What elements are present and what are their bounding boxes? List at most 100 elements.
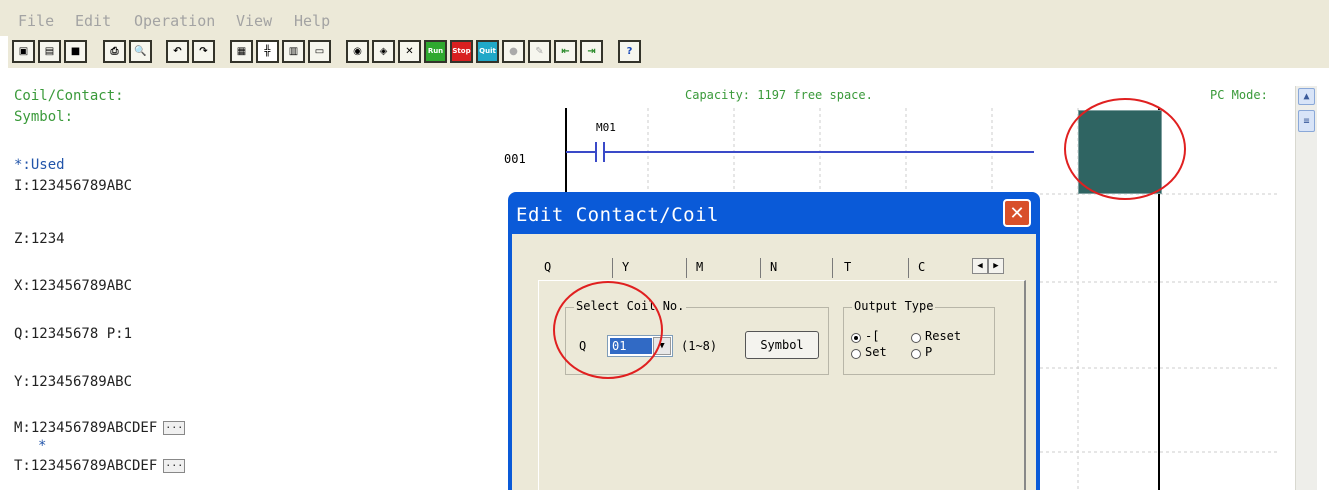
dialog-body: Q Y M N T C ◀ ▶ Select Coil No. Q 01 ▼ (… [512,234,1036,490]
monitor-icon: ◈ [379,45,388,57]
tools-button[interactable]: ✕ [398,40,421,63]
floppy-disk-icon: ■ [70,45,81,57]
dialog-title: Edit Contact/Coil [516,204,719,226]
timer-t-more-button[interactable]: ... [163,459,186,473]
device-info-pane: Coil/Contact: Symbol: *:Used I:123456789… [0,86,500,490]
undo-button[interactable]: ↶ [166,40,189,63]
menu-bar: File Edit Operation View Help [0,0,1329,36]
tab-y[interactable]: Y [616,256,629,280]
stop-icon: Stop [452,47,471,55]
used-legend: *:Used [14,157,65,173]
stop-button[interactable]: Stop [450,40,473,63]
ladder-edit-button[interactable]: ╬ [256,40,279,63]
menu-edit[interactable]: Edit [75,12,111,30]
coil-contact-label: Coil/Contact: [14,88,124,104]
connect-icon: ◉ [353,45,362,57]
new-file-button[interactable]: ▣ [12,40,35,63]
menu-view[interactable]: View [236,12,272,30]
scroll-thumb[interactable]: ≡ [1298,110,1315,132]
tab-m[interactable]: M [690,256,703,280]
read-plc-icon: ⇤ [561,45,570,57]
open-folder-icon: ▤ [44,45,55,57]
tab-separator [686,258,687,278]
output-y-list: Y:123456789ABC [14,374,133,390]
simulate-icon: ● [509,45,518,57]
tab-separator [612,258,613,278]
tab-separator [908,258,909,278]
new-file-icon: ▣ [18,45,29,57]
write-plc-icon: ⇥ [587,45,596,57]
output-q-list: Q:12345678 P:1 [14,326,133,342]
function-block-icon: ▥ [288,45,299,57]
edit-contact-coil-dialog: Edit Contact/Coil ✕ Q Y M N T C ◀ ▶ Sele… [508,192,1040,490]
quit-button[interactable]: Quit [476,40,499,63]
output-reset-label: Reset [925,329,962,343]
tab-t[interactable]: T [838,256,851,280]
output-reset-radio[interactable] [911,333,921,343]
undo-arrow-icon: ↶ [173,45,182,57]
tools-icon: ✕ [405,45,414,57]
input-i-list: I:123456789ABC [14,178,133,194]
ladder-grid-icon: ▦ [236,45,247,57]
read-plc-button[interactable]: ⇤ [554,40,577,63]
help-icon: ? [626,45,633,57]
tab-scroll-left-icon[interactable]: ◀ [972,258,988,274]
coil-range-label: (1~8) [681,339,718,353]
relay-m-text: M:123456789ABCDEF [14,420,158,436]
redo-button[interactable]: ↷ [192,40,215,63]
run-button[interactable]: Run [424,40,447,63]
printer-icon: ⎙ [110,45,119,57]
save-button[interactable]: ■ [64,40,87,63]
connect-button[interactable]: ◉ [346,40,369,63]
run-icon: Run [427,47,444,55]
write-plc-button[interactable]: ⇥ [580,40,603,63]
print-button[interactable]: ⎙ [103,40,126,63]
open-file-button[interactable]: ▤ [38,40,61,63]
ladder-edit-icon: ╬ [264,45,271,57]
tab-separator [832,258,833,278]
output-coil-radio[interactable] [851,333,861,343]
menu-operation[interactable]: Operation [134,12,215,30]
output-set-label: Set [865,345,887,359]
simulate-button[interactable]: ● [502,40,525,63]
monitor-button[interactable]: ◈ [372,40,395,63]
close-button[interactable]: ✕ [1003,199,1031,227]
output-type-group-label: Output Type [852,299,936,313]
used-marker: * [38,438,47,454]
toolbar: ▣ ▤ ■ ⎙ 🔍 ↶ ↷ ▦ ╬ ▥ ▭ ◉ ◈ ✕ Run Stop Qui… [8,36,1329,68]
redo-arrow-icon: ↷ [199,45,208,57]
vertical-scrollbar[interactable]: ▲ ≡ [1295,86,1317,490]
relay-m-more-button[interactable]: ... [163,421,186,435]
text-view-button[interactable]: ▭ [308,40,331,63]
input-x-list: X:123456789ABC [14,278,133,294]
input-z-list: Z:1234 [14,231,65,247]
pen-icon: ✎ [535,45,544,57]
menu-file[interactable]: File [18,12,54,30]
rung-number: 001 [504,152,526,166]
timer-t-list: T:123456789ABCDEF... [14,458,186,474]
close-icon: ✕ [1009,202,1025,224]
highlight-ellipse [1064,98,1186,200]
ladder-mode-button[interactable]: ▦ [230,40,253,63]
output-coil-label: -[ [865,329,880,343]
text-view-icon: ▭ [314,45,325,57]
timer-t-text: T:123456789ABCDEF [14,458,158,474]
menu-help[interactable]: Help [294,12,330,30]
symbol-button[interactable]: Symbol [745,331,819,359]
pen-button[interactable]: ✎ [528,40,551,63]
tab-q[interactable]: Q [538,256,551,280]
tab-c[interactable]: C [912,256,925,280]
relay-m-list: M:123456789ABCDEF... [14,420,186,436]
scroll-up-icon[interactable]: ▲ [1298,88,1315,105]
function-block-button[interactable]: ▥ [282,40,305,63]
highlight-ellipse [553,281,663,379]
symbol-label: Symbol: [14,109,74,125]
print-preview-button[interactable]: 🔍 [129,40,152,63]
contact-label: M01 [596,121,616,134]
output-pulse-radio[interactable] [911,349,921,359]
tab-n[interactable]: N [764,256,777,280]
help-button[interactable]: ? [618,40,641,63]
tab-separator [760,258,761,278]
output-set-radio[interactable] [851,349,861,359]
tab-scroll-right-icon[interactable]: ▶ [988,258,1004,274]
